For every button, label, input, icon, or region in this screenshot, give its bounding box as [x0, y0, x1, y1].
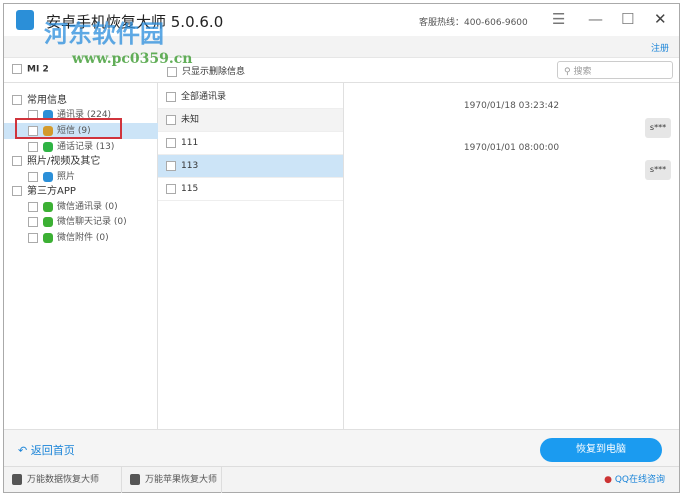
- tree-item[interactable]: 通话记录 (13): [4, 139, 158, 155]
- restore-to-pc-button[interactable]: 恢复到电脑: [540, 438, 662, 462]
- tree-item[interactable]: 微信聊天记录 (0): [4, 214, 158, 230]
- checkbox[interactable]: [12, 186, 22, 196]
- watermark-logo: 河东软件园: [44, 20, 164, 48]
- search-input[interactable]: ⚲ 搜索: [557, 61, 673, 79]
- tree-item[interactable]: 第三方APP: [4, 184, 158, 200]
- qq-icon: ●: [604, 475, 612, 485]
- contact-label: 113: [181, 161, 199, 171]
- photo-icon: [43, 171, 53, 182]
- message-timestamp: 1970/01/01 08:00:00: [463, 143, 560, 153]
- checkbox[interactable]: [167, 66, 177, 77]
- checkbox[interactable]: [166, 183, 176, 194]
- checkbox[interactable]: [12, 95, 22, 105]
- contact-row[interactable]: 全部通讯录: [158, 86, 343, 109]
- checkbox[interactable]: [166, 114, 176, 125]
- footer-apple-recovery-link[interactable]: 万能苹果恢复大师: [122, 467, 222, 493]
- contact-row[interactable]: 未知: [158, 109, 343, 132]
- tree-item[interactable]: 照片/视频及其它: [4, 154, 158, 170]
- qq-consult-link[interactable]: ● QQ在线咨询: [604, 467, 665, 493]
- highlight-box: [15, 118, 122, 139]
- checkbox[interactable]: [28, 171, 38, 182]
- only-deleted-label: 只显示删除信息: [182, 67, 246, 77]
- minimize-icon[interactable]: —: [588, 10, 603, 28]
- checkbox[interactable]: [28, 141, 38, 152]
- checkbox[interactable]: [12, 156, 22, 166]
- device-select-all[interactable]: MI 2: [12, 64, 49, 75]
- wechat-icon: [43, 216, 53, 227]
- checkbox[interactable]: [12, 64, 22, 74]
- tree-item-label: 常用信息: [27, 95, 67, 106]
- register-link[interactable]: 注册: [651, 41, 669, 54]
- checkbox[interactable]: [28, 232, 38, 243]
- footer-label: 万能苹果恢复大师: [145, 475, 218, 485]
- checkbox[interactable]: [166, 137, 176, 148]
- wechat-icon: [43, 232, 53, 243]
- apple-app-icon: [130, 474, 140, 485]
- checkbox[interactable]: [28, 216, 38, 227]
- phone-icon: [43, 141, 53, 152]
- checkbox[interactable]: [28, 201, 38, 212]
- back-arrow-icon: ↶: [18, 444, 31, 457]
- tree-item-label: 通话记录 (13): [57, 142, 115, 152]
- tree-item-label: 微信聊天记录 (0): [57, 217, 127, 227]
- close-icon[interactable]: ✕: [654, 10, 667, 28]
- footer: 万能数据恢复大师 万能苹果恢复大师 ● QQ在线咨询: [4, 466, 679, 493]
- back-home-button[interactable]: ↶ 返回首页: [18, 442, 75, 458]
- app-logo-icon: [16, 10, 34, 30]
- tree-item[interactable]: 微信附件 (0): [4, 230, 158, 246]
- contact-label: 未知: [181, 115, 200, 125]
- tree-item-label: 微信通讯录 (0): [57, 202, 118, 212]
- message-panel: 1970/01/18 03:23:42 s*** 1970/01/01 08:00:…: [344, 83, 679, 429]
- maximize-icon[interactable]: ☐: [621, 10, 634, 28]
- app-window: 安卓手机恢复大师 5.0.6.0 客服热线：400-606-9600 ☰ — ☐…: [3, 3, 680, 493]
- qq-label: QQ在线咨询: [614, 475, 665, 485]
- message-timestamp: 1970/01/18 03:23:42: [463, 101, 560, 111]
- search-icon: ⚲: [564, 67, 571, 77]
- search-placeholder: 搜索: [573, 67, 592, 77]
- footer-label: 万能数据恢复大师: [27, 475, 100, 485]
- footer-data-recovery-link[interactable]: 万能数据恢复大师: [4, 467, 122, 493]
- tree-item-label: 照片: [57, 172, 76, 182]
- tree-item-label: 照片/视频及其它: [27, 156, 101, 167]
- contact-label: 111: [181, 138, 199, 148]
- tree-item[interactable]: 微信通讯录 (0): [4, 199, 158, 215]
- contact-label: 全部通讯录: [181, 92, 227, 102]
- message-bubble: s***: [645, 160, 671, 180]
- menu-icon[interactable]: ☰: [552, 10, 565, 28]
- back-label: 返回首页: [30, 444, 75, 457]
- checkbox[interactable]: [166, 91, 176, 102]
- contact-row[interactable]: 115: [158, 178, 343, 201]
- checkbox[interactable]: [166, 160, 176, 171]
- wechat-icon: [43, 201, 53, 212]
- contact-list: 全部通讯录未知 111 113 115: [158, 83, 344, 429]
- watermark-url: www.pc0359.cn: [72, 51, 193, 67]
- contact-row[interactable]: 111: [158, 132, 343, 155]
- hotline: 客服热线：400-606-9600: [419, 18, 528, 28]
- tree-item[interactable]: 照片: [4, 169, 158, 185]
- bottom-bar: ↶ 返回首页 恢复到电脑: [4, 429, 679, 466]
- contact-row[interactable]: 113: [158, 155, 343, 178]
- contact-label: 115: [181, 184, 199, 194]
- tree-item-label: 微信附件 (0): [57, 233, 109, 243]
- tree-item-label: 第三方APP: [27, 186, 76, 197]
- message-bubble: s***: [645, 118, 671, 138]
- app-icon: [12, 474, 22, 485]
- device-name: MI 2: [27, 64, 49, 75]
